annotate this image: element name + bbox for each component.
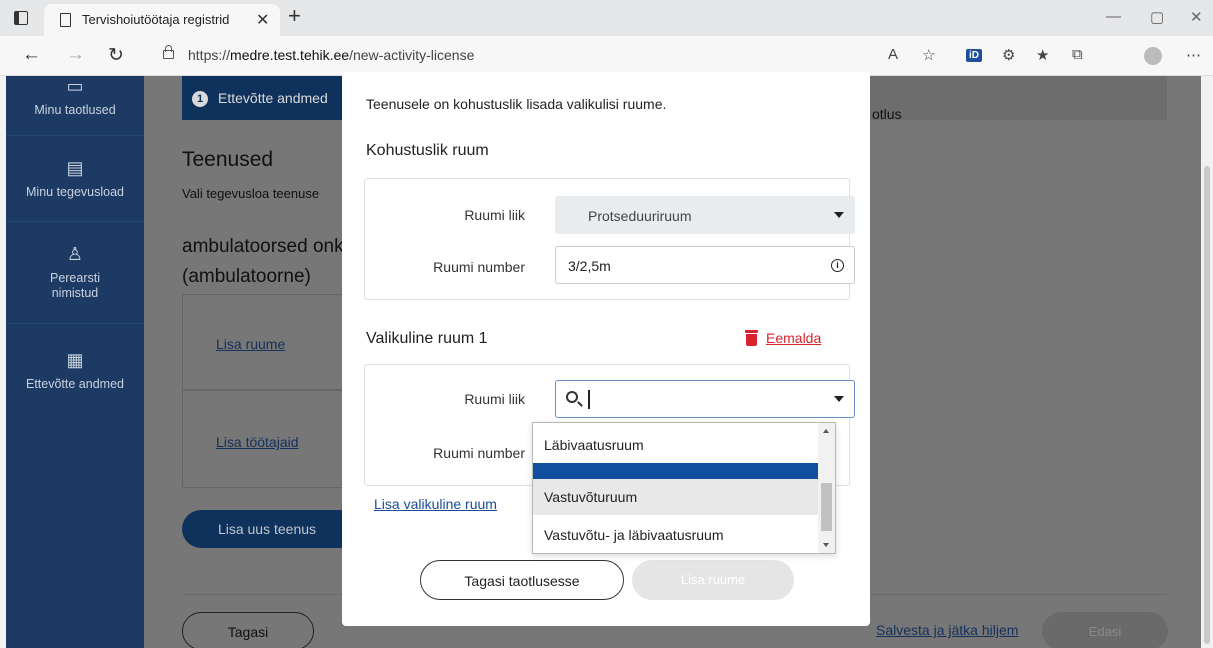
room-type-dropdown: Läbivaatusruum Vastuvõturuum Vastuvõtu- … (532, 422, 836, 554)
room-number-label: Ruumi number (433, 259, 525, 275)
service-title: ambulatoorsed onk (ambulatoorne) (182, 236, 344, 287)
id-extension-icon[interactable]: iD (966, 49, 982, 62)
page-icon (60, 13, 71, 27)
dropdown-scrollbar-thumb[interactable] (821, 483, 832, 531)
save-later-link[interactable]: Salvesta ja jätka hiljem (876, 622, 1018, 638)
minimize-icon[interactable]: — (1106, 8, 1121, 25)
chevron-down-icon (834, 212, 844, 218)
tab-actions-icon[interactable] (14, 11, 28, 25)
modal-intro: Teenusele on kohustuslik lisada valikuli… (366, 96, 667, 112)
address-bar: ← → ↻ https://medre.test.tehik.ee/new-ac… (0, 36, 1213, 76)
url-field[interactable]: https://medre.test.tehik.ee/new-activity… (188, 47, 474, 63)
browser-tab[interactable]: Tervishoiutöötaja registrid ✕ (44, 4, 280, 36)
forward-arrow-icon[interactable]: → (66, 44, 85, 66)
step-tail-text: otlus (872, 106, 902, 122)
room-type-label: Ruumi liik (464, 207, 525, 223)
text-cursor (588, 390, 590, 409)
new-tab-icon[interactable]: + (288, 3, 301, 29)
dropdown-option-highlighted[interactable] (533, 463, 819, 479)
dropdown-option[interactable]: Vastuvõturuum (533, 479, 819, 515)
trash-icon (745, 330, 758, 346)
refresh-icon[interactable]: ↻ (108, 44, 124, 67)
search-icon (566, 391, 578, 403)
close-tab-icon[interactable]: ✕ (256, 10, 269, 30)
room-number-input[interactable]: 3/2,5m i (555, 246, 855, 284)
chevron-down-icon (834, 396, 844, 402)
more-menu-icon[interactable]: ⋯ (1186, 46, 1201, 64)
dropdown-option[interactable]: Vastuvõtu- ja läbivaatusruum (533, 517, 819, 553)
sidebar-item-applications[interactable]: ▭ Minu taotlused (6, 76, 144, 136)
profile-avatar[interactable] (1144, 47, 1162, 65)
tab-title: Tervishoiutöötaja registrid (82, 12, 230, 27)
page-scrollbar-thumb[interactable] (1204, 166, 1210, 644)
browser-tab-bar: Tervishoiutöötaja registrid ✕ + — ▢ ✕ (0, 0, 1213, 36)
remove-room-link[interactable]: Eemalda (745, 330, 821, 346)
sidebar-item-company[interactable]: ▦ Ettevõtte andmed (6, 324, 144, 404)
building-icon: ▦ (66, 350, 84, 370)
file-icon: ▭ (66, 76, 84, 96)
back-to-application-button[interactable]: Tagasi taotlusesse (420, 560, 624, 600)
add-service-button[interactable]: Lisa uus teenus (182, 510, 352, 548)
document-check-icon: ▤ (66, 158, 84, 178)
lock-icon[interactable] (163, 45, 174, 59)
dropdown-scrollbar[interactable] (818, 423, 835, 553)
sidebar-item-licenses[interactable]: ▤ Minu tegevusload (6, 136, 144, 222)
next-button[interactable]: Edasi (1042, 612, 1168, 648)
back-arrow-icon[interactable]: ← (22, 44, 41, 66)
info-icon[interactable]: i (831, 259, 844, 272)
page-scrollbar[interactable] (1201, 76, 1213, 648)
mandatory-room-card: Ruumi liik Protseduuriruum Ruumi number … (364, 178, 855, 300)
doctor-icon: ♙ (66, 244, 84, 264)
add-rooms-link[interactable]: Lisa ruume (216, 336, 285, 352)
add-optional-room-link[interactable]: Lisa valikuline ruum (374, 496, 497, 512)
sidebar-item-gp-lists[interactable]: ♙ Perearsti nimistud (6, 222, 144, 324)
page-title: Teenused (182, 148, 274, 171)
optional-room-type-search[interactable] (555, 380, 855, 418)
close-window-icon[interactable]: ✕ (1190, 8, 1203, 26)
page-subtitle: Vali tegevusloa teenuse (182, 186, 320, 201)
restore-icon[interactable]: ▢ (1150, 8, 1164, 26)
scroll-down-icon[interactable] (823, 543, 829, 547)
mandatory-room-title: Kohustuslik ruum (366, 142, 489, 159)
favorites-icon[interactable]: ★ (1036, 46, 1049, 64)
collections-icon[interactable]: ⧉ (1072, 46, 1083, 63)
extensions-icon[interactable]: ⚙ (1002, 46, 1015, 64)
sidebar: ▭ Minu taotlused ▤ Minu tegevusload ♙ Pe… (6, 76, 144, 648)
favorite-star-icon[interactable]: ☆ (922, 46, 935, 64)
add-employees-link[interactable]: Lisa töötajaid (216, 434, 299, 450)
room-type-select[interactable]: Protseduuriruum (555, 196, 855, 234)
dropdown-option[interactable]: Läbivaatusruum (533, 427, 819, 463)
step-company-data[interactable]: 1 Ettevõtte andmed (182, 76, 352, 120)
optional-room-title: Valikuline ruum 1 (366, 330, 488, 347)
read-aloud-icon[interactable]: A (888, 46, 898, 63)
add-rooms-button[interactable]: Lisa ruume (632, 560, 794, 600)
scroll-up-icon[interactable] (823, 429, 829, 433)
step-number: 1 (192, 91, 208, 107)
optional-room-number-label: Ruumi number (433, 445, 525, 461)
back-button[interactable]: Tagasi (182, 612, 314, 648)
optional-room-type-label: Ruumi liik (464, 391, 525, 407)
